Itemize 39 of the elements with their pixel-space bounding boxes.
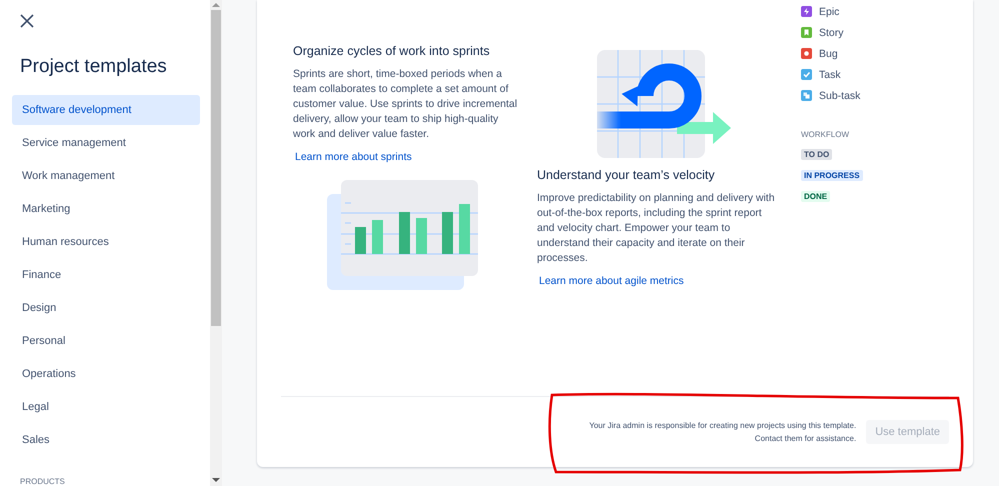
panel-title: Project templates — [20, 56, 168, 78]
scroll-down-icon[interactable] — [212, 478, 220, 483]
category-item[interactable]: Operations — [12, 359, 200, 389]
learn-more-link[interactable]: Learn more about agile metrics — [539, 275, 684, 287]
bookmark-icon — [801, 27, 812, 38]
admin-note: Your Jira admin is responsible for creating new projects using this template. Contact them for assistance. — [589, 420, 856, 445]
issue-type-label: Sub-task — [819, 90, 860, 102]
feature-title: Understand your team’s velocity — [537, 168, 716, 182]
close-icon[interactable] — [20, 14, 34, 28]
category-item[interactable]: Work management — [12, 161, 200, 191]
category-item[interactable]: Human resources — [12, 227, 200, 257]
feature-description: Improve predictability on planning and delivery with out-of-the-box reports, including the sprint report and velocity chart. Empower your team to understand their capacity and iterate on their processes. — [537, 191, 776, 266]
category-item[interactable]: Design — [12, 293, 200, 323]
category-item[interactable]: Marketing — [12, 194, 200, 224]
scrollbar-thumb[interactable] — [211, 10, 221, 326]
feature-description: Sprints are short, time-boxed periods when a team collaborates to complete a set amount of customer value. Use sprints to drive incremental delivery, allow your team to ship high-quality work and deliver value faster. — [293, 67, 518, 142]
issue-type-label: Story — [819, 26, 844, 38]
lightning-icon — [801, 6, 812, 17]
learn-more-link[interactable]: Learn more about sprints — [295, 151, 412, 163]
feature-title: Organize cycles of work into sprints — [293, 44, 491, 58]
category-item[interactable]: Sales — [12, 425, 200, 455]
status-lozenge: TO DO — [801, 149, 832, 160]
status-lozenge: IN PROGRESS — [801, 170, 863, 181]
issue-type-label: Bug — [819, 48, 838, 60]
category-item[interactable]: Legal — [12, 392, 200, 422]
section-label: PRODUCTS — [20, 477, 65, 486]
category-item[interactable]: Software development — [12, 95, 200, 125]
category-item[interactable]: Personal — [12, 326, 200, 356]
status-lozenge: DONE — [801, 191, 830, 202]
category-item[interactable]: Service management — [12, 128, 200, 158]
scrollbar[interactable] — [210, 0, 222, 486]
bug-icon — [801, 48, 812, 59]
subtask-icon — [801, 90, 812, 101]
category-item[interactable]: Finance — [12, 260, 200, 290]
issue-type-label: Epic — [819, 6, 840, 18]
workflow-heading: WORKFLOW — [801, 130, 850, 139]
checkbox-icon — [801, 69, 812, 80]
scroll-up-icon[interactable] — [212, 2, 220, 7]
issue-type-label: Task — [819, 68, 841, 80]
